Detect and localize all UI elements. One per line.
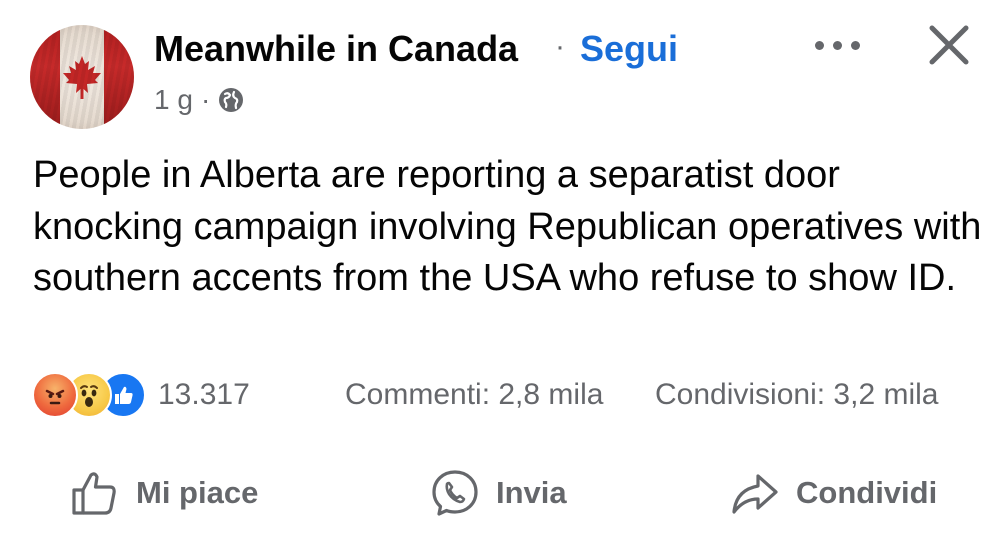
thumbs-up-icon (72, 472, 116, 515)
like-button[interactable]: Mi piace (70, 460, 258, 526)
angry-reaction-icon (32, 372, 78, 418)
more-dot (815, 40, 824, 50)
more-dot (833, 40, 842, 50)
share-arrow-icon (732, 474, 778, 514)
post-meta: 1 g · (154, 84, 244, 116)
messenger-icon (432, 470, 478, 516)
close-icon[interactable] (924, 20, 974, 70)
send-label: Invia (496, 475, 567, 510)
send-button[interactable]: Invia (430, 460, 567, 526)
share-label: Condividi (796, 475, 938, 510)
page-name[interactable]: Meanwhile in Canada (154, 28, 518, 70)
follow-button[interactable]: Segui (580, 28, 678, 70)
avatar-texture (30, 25, 134, 129)
share-button[interactable]: Condividi (730, 460, 937, 526)
post-text: People in Alberta are reporting a separa… (33, 154, 982, 299)
more-dot (851, 40, 860, 50)
comments-count[interactable]: Commenti: 2,8 mila (345, 378, 603, 412)
more-options-icon[interactable] (815, 38, 865, 52)
like-label: Mi piace (136, 475, 259, 510)
page-avatar[interactable] (30, 25, 134, 129)
action-bar: Mi piace Invia Condividi (0, 460, 1000, 530)
meta-separator: · (200, 84, 211, 115)
reaction-count[interactable]: 13.317 (158, 378, 250, 412)
post-time[interactable]: 1 g (154, 84, 193, 116)
header-separator: · (555, 30, 565, 63)
globe-icon (219, 88, 244, 112)
shares-count[interactable]: Condivisioni: 3,2 mila (655, 378, 938, 412)
reaction-summary[interactable]: 13.317 (32, 372, 250, 418)
